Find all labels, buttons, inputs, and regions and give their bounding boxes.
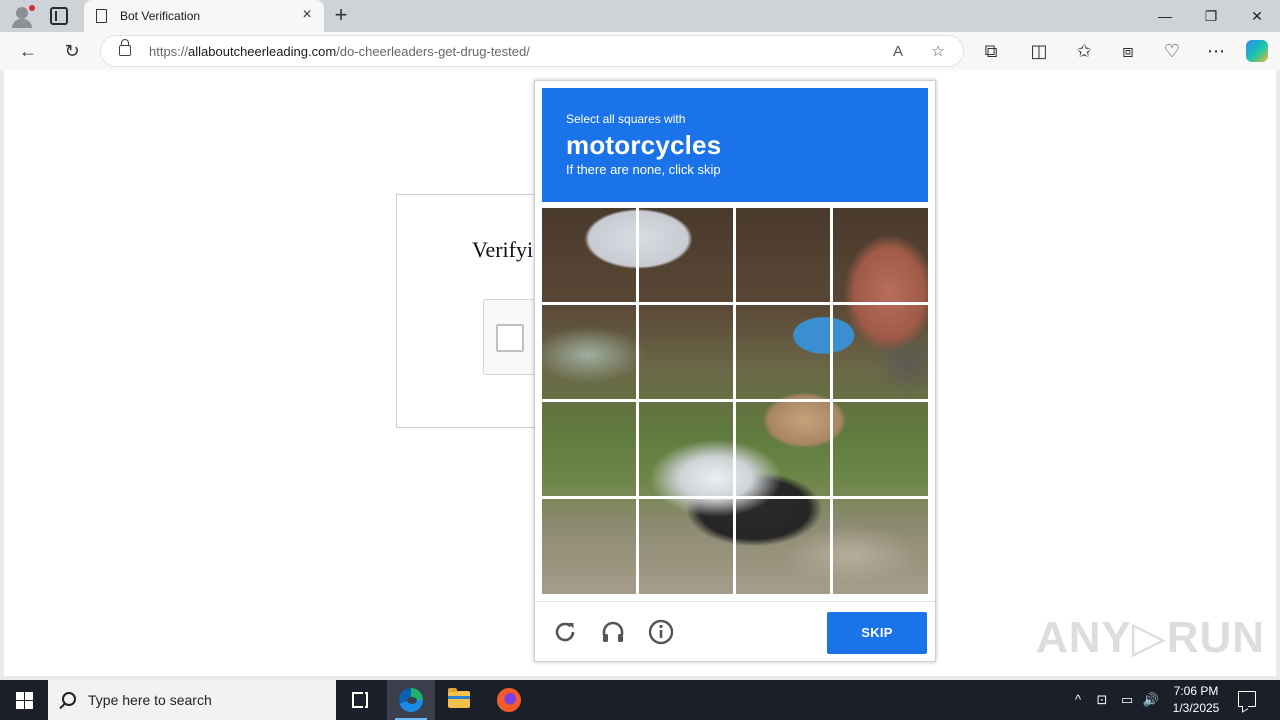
grid-tile-4-2[interactable]	[639, 499, 733, 593]
search-placeholder: Type here to search	[88, 692, 212, 708]
clock-date: 1/3/2025	[1172, 701, 1220, 715]
instruction-small: Select all squares with	[566, 112, 686, 126]
reload-icon[interactable]	[551, 618, 579, 646]
notification-icon[interactable]	[1238, 691, 1256, 707]
grid-tile-1-3[interactable]	[736, 208, 830, 302]
instruction-sub: If there are none, click skip	[566, 162, 721, 177]
close-tab-icon[interactable]: ×	[298, 6, 316, 24]
grid-tile-3-4[interactable]	[833, 402, 927, 496]
audio-challenge-icon[interactable]	[599, 618, 627, 646]
url-domain: allaboutcheerleading.com	[188, 44, 337, 59]
page-icon	[96, 9, 107, 23]
grid-divider	[542, 496, 928, 499]
tab-title: Bot Verification	[120, 9, 201, 23]
grid-tile-2-1[interactable]	[542, 305, 636, 399]
grid-tile-2-2[interactable]	[639, 305, 733, 399]
collections-icon[interactable]: ⧈	[1114, 37, 1142, 65]
captcha-checkbox[interactable]	[496, 324, 524, 352]
grid-tile-1-1[interactable]	[542, 208, 636, 302]
task-view-icon[interactable]	[336, 680, 384, 720]
back-icon[interactable]: ←	[14, 37, 42, 65]
refresh-icon[interactable]: ↻	[58, 37, 86, 65]
close-window-icon[interactable]: ✕	[1234, 0, 1280, 32]
copilot-icon[interactable]	[1246, 40, 1268, 62]
tray-chevron-icon[interactable]: ^	[1068, 680, 1088, 720]
info-icon[interactable]	[647, 618, 675, 646]
grid-divider	[542, 399, 928, 402]
url-prefix: https://	[149, 44, 189, 59]
grid-tile-1-2[interactable]	[639, 208, 733, 302]
grid-tile-3-3[interactable]	[736, 402, 830, 496]
profile-icon[interactable]	[8, 4, 36, 28]
split-screen-icon[interactable]: ◫	[1025, 37, 1053, 65]
address-bar[interactable]: https://allaboutcheerleading.com/do-chee…	[100, 35, 964, 67]
grid-tile-2-4[interactable]	[833, 305, 927, 399]
skip-button[interactable]: SKIP	[827, 612, 927, 654]
taskbar-search[interactable]: Type here to search	[48, 680, 336, 720]
challenge-footer: SKIP	[535, 601, 935, 661]
browser-essentials-icon[interactable]: ♡	[1158, 37, 1186, 65]
anyrun-watermark: ANY▷RUN	[1036, 613, 1266, 662]
image-grid	[542, 208, 928, 594]
clock-time: 7:06 PM	[1173, 684, 1219, 698]
favorite-star-icon[interactable]: ☆	[927, 41, 949, 63]
network-icon[interactable]: ▭	[1116, 680, 1138, 720]
grid-tile-2-3[interactable]	[736, 305, 830, 399]
taskbar: Type here to search ^ ⊡ ▭ 🔊 7:06 PM 1/3/…	[0, 680, 1280, 720]
url-text: https://allaboutcheerleading.com/do-chee…	[149, 44, 530, 59]
minimize-icon[interactable]: —	[1142, 0, 1188, 32]
grid-tile-4-3[interactable]	[736, 499, 830, 593]
grid-tile-3-1[interactable]	[542, 402, 636, 496]
captcha-challenge: Select all squares with motorcycles If t…	[534, 80, 936, 662]
file-explorer-icon[interactable]	[435, 680, 483, 720]
lock-icon[interactable]	[119, 39, 131, 56]
grid-tile-4-1[interactable]	[542, 499, 636, 593]
url-path: /do-cheerleaders-get-drug-tested/	[336, 44, 530, 59]
grid-tile-1-4[interactable]	[833, 208, 927, 302]
taskbar-clock[interactable]: 7:06 PM 1/3/2025	[1166, 683, 1226, 717]
grid-divider	[542, 302, 928, 305]
more-menu-icon[interactable]: ⋯	[1202, 37, 1230, 65]
extensions-icon[interactable]: ⧉	[977, 37, 1005, 65]
windows-start-icon[interactable]	[0, 680, 48, 720]
new-tab-icon[interactable]: +	[330, 4, 352, 26]
grid-tile-3-2[interactable]	[639, 402, 733, 496]
firefox-taskbar-icon[interactable]	[485, 680, 533, 720]
favorites-icon[interactable]: ✩	[1070, 37, 1098, 65]
volume-icon[interactable]: 🔊	[1140, 680, 1162, 720]
browser-toolbar: ← ↻ https://allaboutcheerleading.com/do-…	[0, 32, 1280, 70]
verification-title: Verifyi	[472, 237, 534, 262]
tab-strip: Bot Verification × + — ❐ ✕	[0, 0, 1280, 32]
maximize-icon[interactable]: ❐	[1188, 0, 1234, 32]
grid-tile-4-4[interactable]	[833, 499, 927, 593]
instruction-target: motorcycles	[566, 130, 722, 160]
tab-bot-verification[interactable]: Bot Verification ×	[84, 0, 324, 32]
challenge-banner: Select all squares with motorcycles If t…	[542, 88, 928, 202]
tab-actions-icon[interactable]	[50, 7, 68, 25]
edge-taskbar-icon[interactable]	[387, 680, 435, 720]
read-aloud-icon[interactable]: A	[887, 41, 909, 63]
tray-device-icon[interactable]: ⊡	[1092, 680, 1112, 720]
search-icon	[62, 692, 76, 706]
